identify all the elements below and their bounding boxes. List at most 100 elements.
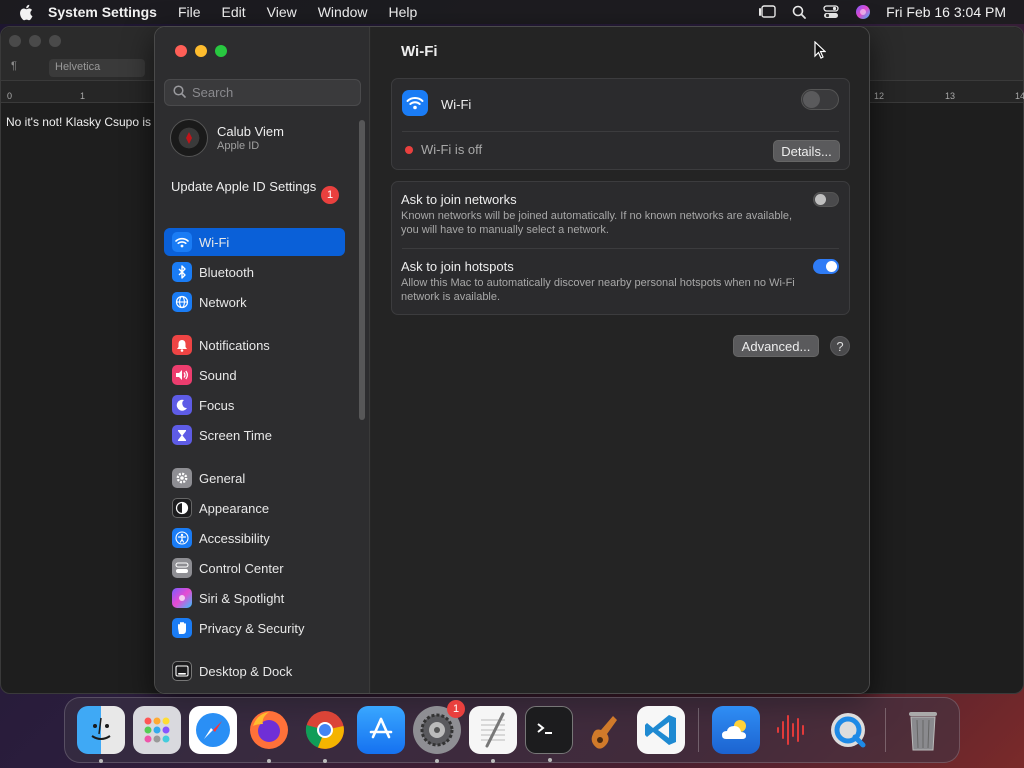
textedit-icon[interactable] <box>469 706 517 763</box>
sidebar-item-label: Desktop & Dock <box>199 663 293 679</box>
settings-main-pane: Wi-Fi Wi-Fi Wi-Fi is off Details... Ask … <box>371 27 869 693</box>
menu-help[interactable]: Help <box>389 4 418 20</box>
search-field[interactable] <box>164 79 361 106</box>
dock-separator <box>885 708 886 752</box>
sidebar-scrollbar[interactable] <box>359 120 365 420</box>
trash-icon[interactable] <box>899 706 947 754</box>
firefox-icon[interactable] <box>245 706 293 763</box>
sidebar-item-focus[interactable]: Focus <box>164 391 345 419</box>
ask-hotspots-toggle[interactable] <box>813 259 839 274</box>
menu-clock[interactable]: Fri Feb 16 3:04 PM <box>886 4 1006 20</box>
menu-file[interactable]: File <box>178 4 201 20</box>
minimize-button[interactable] <box>195 45 207 57</box>
sidebar-item-label: Network <box>199 294 247 310</box>
settings-sidebar: Calub Viem Apple ID Update Apple ID Sett… <box>155 27 370 693</box>
garageband-icon[interactable] <box>581 706 629 754</box>
menu-edit[interactable]: Edit <box>222 4 246 20</box>
apple-id-profile[interactable]: Calub Viem Apple ID <box>170 119 284 157</box>
update-badge: 1 <box>321 186 339 204</box>
sidebar-item-accessibility[interactable]: Accessibility <box>164 524 345 552</box>
sidebar-item-wifi[interactable]: Wi-Fi <box>164 228 345 256</box>
voice-memos-icon[interactable] <box>768 706 816 754</box>
sidebar-item-appearance[interactable]: Appearance <box>164 494 345 522</box>
editor-window-controls <box>9 35 61 47</box>
sidebar-item-desktop-dock[interactable]: Desktop & Dock <box>164 657 345 685</box>
mouse-pointer-icon <box>814 40 827 62</box>
sidebar-item-label: General <box>199 470 246 486</box>
app-store-icon[interactable] <box>357 706 405 754</box>
search-input[interactable] <box>192 85 352 100</box>
sidebar-item-sound[interactable]: Sound <box>164 361 345 389</box>
profile-subtitle: Apple ID <box>217 140 260 152</box>
chrome-icon[interactable] <box>301 706 349 763</box>
editor-zoom-button[interactable] <box>49 35 61 47</box>
finder-icon[interactable] <box>77 706 125 763</box>
ruler-tick: 1 <box>80 91 86 101</box>
control-center-icon <box>172 558 192 578</box>
stage-manager-icon[interactable] <box>758 4 776 20</box>
wifi-toggle[interactable] <box>801 89 839 110</box>
editor-close-button[interactable] <box>9 35 21 47</box>
ruler-tick: 13 <box>945 91 956 101</box>
wifi-icon <box>172 232 192 252</box>
ask-networks-toggle[interactable] <box>813 192 839 207</box>
spotlight-search-icon[interactable] <box>790 4 808 20</box>
menu-bar: System Settings File Edit View Window He… <box>0 0 1024 24</box>
paragraph-style-select[interactable]: ¶ <box>11 60 17 72</box>
sidebar-item-siri-spotlight[interactable]: Siri & Spotlight <box>164 584 345 612</box>
apple-menu-icon[interactable] <box>18 4 34 20</box>
sidebar-item-control-center[interactable]: Control Center <box>164 554 345 582</box>
font-family-select[interactable]: Helvetica <box>49 59 145 77</box>
launchpad-icon[interactable] <box>133 706 181 754</box>
menu-view[interactable]: View <box>267 4 297 20</box>
menu-window[interactable]: Window <box>318 4 368 20</box>
ask-hotspots-title: Ask to join hotspots <box>401 259 514 274</box>
siri-icon[interactable] <box>854 4 872 20</box>
ruler-tick: 12 <box>874 91 885 101</box>
avatar <box>170 119 208 157</box>
ask-networks-desc: Known networks will be joined automatica… <box>401 210 793 236</box>
quicktime-icon[interactable] <box>824 706 872 754</box>
help-button[interactable]: ? <box>830 336 850 356</box>
details-button[interactable]: Details... <box>773 140 840 162</box>
ruler-tick: 0 <box>7 91 13 101</box>
card-divider <box>402 131 839 132</box>
moon-icon <box>172 395 192 415</box>
advanced-button[interactable]: Advanced... <box>733 335 819 357</box>
sidebar-item-network[interactable]: Network <box>164 288 345 316</box>
editor-minimize-button[interactable] <box>29 35 41 47</box>
wifi-label: Wi-Fi <box>441 97 472 112</box>
sidebar-item-screen-time[interactable]: Screen Time <box>164 421 345 449</box>
card-divider <box>402 248 839 249</box>
bell-icon <box>172 335 192 355</box>
close-button[interactable] <box>175 45 187 57</box>
bluetooth-icon <box>172 262 192 282</box>
hourglass-icon <box>172 425 192 445</box>
menu-app-name[interactable]: System Settings <box>48 4 157 20</box>
sidebar-item-notifications[interactable]: Notifications <box>164 331 345 359</box>
dock: 1 <box>64 697 960 763</box>
zoom-button[interactable] <box>215 45 227 57</box>
sidebar-item-general[interactable]: General <box>164 464 345 492</box>
update-apple-id-item[interactable]: Update Apple ID Settings <box>171 179 341 195</box>
document-text[interactable]: No it's not! Klasky Csupo is <box>6 115 151 129</box>
hand-icon <box>172 618 192 638</box>
sidebar-item-label: Accessibility <box>199 530 270 546</box>
wifi-icon <box>402 90 428 116</box>
sidebar-item-bluetooth[interactable]: Bluetooth <box>164 258 345 286</box>
safari-icon[interactable] <box>189 706 237 754</box>
sidebar-item-label: Bluetooth <box>199 264 254 280</box>
control-center-icon[interactable] <box>822 4 840 20</box>
terminal-icon[interactable] <box>525 706 573 762</box>
wifi-status: Wi-Fi is off <box>421 142 483 157</box>
dock-separator <box>698 708 699 752</box>
page-title: Wi-Fi <box>401 43 438 60</box>
sidebar-item-privacy-security[interactable]: Privacy & Security <box>164 614 345 642</box>
ask-networks-title: Ask to join networks <box>401 192 517 207</box>
weather-icon[interactable] <box>712 706 760 754</box>
vscode-icon[interactable] <box>637 706 685 754</box>
wifi-card: Wi-Fi Wi-Fi is off Details... <box>391 78 850 170</box>
gear-icon <box>172 468 192 488</box>
system-settings-icon[interactable]: 1 <box>413 700 465 763</box>
sidebar-item-label: Focus <box>199 397 235 413</box>
